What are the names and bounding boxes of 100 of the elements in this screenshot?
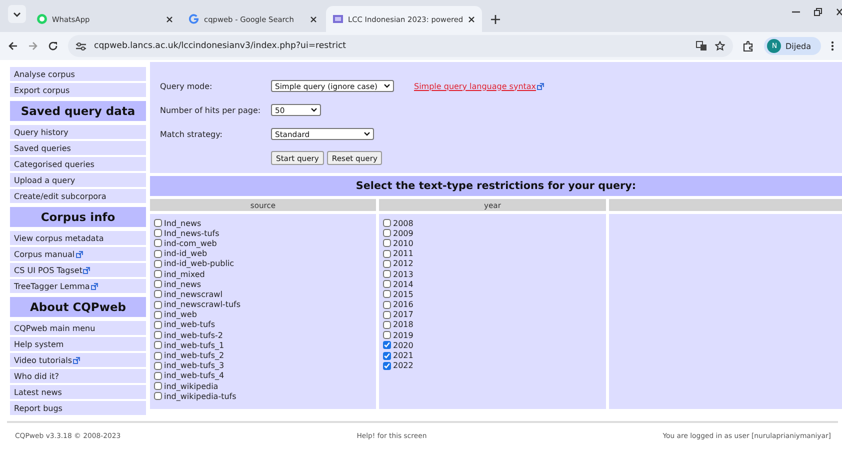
sidebar-item[interactable]: TreeTagger Lemma <box>10 279 146 293</box>
external-link-icon <box>83 266 90 274</box>
external-link-icon <box>73 356 80 364</box>
field-label: Number of hits per page: <box>160 106 262 114</box>
checkbox[interactable] <box>383 260 391 268</box>
sidebar-item[interactable]: CS UI POS Tagset <box>10 263 146 277</box>
sidebar-item[interactable]: CQPweb main menu <box>10 321 146 335</box>
option-label: ind-id_web <box>164 249 208 258</box>
close-icon[interactable] <box>166 16 173 22</box>
sidebar-item[interactable]: Saved queries <box>10 141 146 155</box>
checkbox[interactable] <box>383 270 391 278</box>
site-settings-icon[interactable] <box>76 42 86 50</box>
whatsapp-icon <box>37 14 47 24</box>
tab-list-button[interactable] <box>8 5 26 23</box>
option-label: 2022 <box>393 361 414 370</box>
checkbox[interactable] <box>154 382 162 390</box>
sidebar-item[interactable]: Query history <box>10 125 146 139</box>
checkbox[interactable] <box>154 310 162 319</box>
checkbox[interactable] <box>154 260 162 268</box>
sidebar-item[interactable]: Categorised queries <box>10 157 146 171</box>
option-label: Ind_news <box>164 218 202 228</box>
checkbox[interactable] <box>154 392 162 400</box>
checkbox[interactable] <box>154 352 162 360</box>
sidebar-item[interactable]: Video tutorials <box>10 353 146 367</box>
back-icon[interactable] <box>8 41 18 51</box>
option-label: 2010 <box>393 238 414 248</box>
checkbox[interactable] <box>154 320 162 329</box>
sidebar-item[interactable]: Report bugs <box>10 401 146 415</box>
sidebar-item[interactable]: Corpus manual <box>10 247 146 261</box>
close-icon[interactable] <box>310 16 317 22</box>
caret-icon <box>13 12 21 16</box>
option-label: ind_mixed <box>164 270 205 279</box>
sidebar-item[interactable]: Upload a query <box>10 173 146 187</box>
chevron-icon <box>384 84 390 88</box>
menu-icon[interactable] <box>831 41 834 51</box>
sidebar-heading: Saved query data <box>10 101 146 121</box>
checkbox[interactable] <box>383 290 391 298</box>
checkbox[interactable] <box>383 250 391 258</box>
close-icon[interactable] <box>836 8 842 16</box>
syntax-link[interactable]: Simple query language syntax <box>414 82 544 90</box>
sidebar-item[interactable]: Export corpus <box>10 83 146 97</box>
option-label: 2021 <box>393 351 414 360</box>
option-label: 2016 <box>393 300 414 310</box>
option-label: 2011 <box>393 249 414 258</box>
option-label: 2017 <box>393 310 414 320</box>
checkbox[interactable] <box>383 229 391 238</box>
checkbox[interactable] <box>154 239 162 248</box>
checkbox[interactable] <box>154 362 162 370</box>
checkbox[interactable] <box>154 341 162 350</box>
option-label: ind_web <box>164 310 197 320</box>
checkbox[interactable] <box>383 239 391 248</box>
sidebar-item[interactable]: Latest news <box>10 385 146 399</box>
plus-icon <box>490 14 500 24</box>
option-label: ind_web-tufs_1 <box>164 340 224 350</box>
checkbox[interactable] <box>383 341 391 350</box>
checkbox[interactable] <box>154 300 162 309</box>
sidebar-item[interactable]: View corpus metadata <box>10 231 146 245</box>
checkbox[interactable] <box>383 331 391 340</box>
sidebar-item[interactable]: Help system <box>10 337 146 351</box>
sidebar-item[interactable]: Analyse corpus <box>10 67 146 81</box>
reload-icon[interactable] <box>48 41 58 51</box>
option-label: ind_newscrawl-tufs <box>164 300 241 310</box>
checkbox[interactable] <box>383 310 391 319</box>
puzzle-icon[interactable] <box>743 40 754 52</box>
checkbox[interactable] <box>154 229 162 238</box>
checkbox[interactable] <box>383 362 391 370</box>
checkbox[interactable] <box>383 352 391 360</box>
star-icon[interactable] <box>715 41 726 51</box>
external-link-icon <box>537 82 544 90</box>
option-label: ind-com_web <box>164 238 217 248</box>
sidebar-heading: About CQPweb <box>10 297 146 317</box>
checkbox[interactable] <box>154 270 162 278</box>
option-label: ind_web-tufs <box>164 320 215 330</box>
checkbox[interactable] <box>383 300 391 309</box>
checkbox[interactable] <box>154 219 162 228</box>
checkbox[interactable] <box>154 290 162 298</box>
chevron-icon <box>364 132 370 136</box>
translate-icon[interactable] <box>696 41 708 51</box>
restore-icon[interactable] <box>814 8 822 16</box>
field-label: Query mode: <box>160 82 214 90</box>
option-label: 2009 <box>393 228 414 238</box>
option-label: 2013 <box>393 270 414 279</box>
forward-icon[interactable] <box>28 41 38 51</box>
checkbox[interactable] <box>154 372 162 380</box>
sidebar-heading: Corpus info <box>10 207 146 227</box>
option-label: 2014 <box>393 280 414 289</box>
option-label: 2019 <box>393 330 414 340</box>
address-bar[interactable]: cqpweb.lancs.ac.uk/lccindonesianv3/index.php?ui=restrict <box>68 35 734 57</box>
checkbox[interactable] <box>154 331 162 340</box>
checkbox[interactable] <box>154 250 162 258</box>
external-link-icon <box>90 282 98 290</box>
close-icon[interactable] <box>468 16 476 22</box>
sidebar-item[interactable]: Who did it? <box>10 369 146 383</box>
sidebar-item[interactable]: Create/edit subcorpora <box>10 189 146 203</box>
checkbox[interactable] <box>383 280 391 288</box>
option-label: Ind_news-tufs <box>164 228 220 238</box>
checkbox[interactable] <box>383 219 391 228</box>
checkbox[interactable] <box>383 320 391 329</box>
option-label: 2015 <box>393 290 414 299</box>
checkbox[interactable] <box>154 280 162 288</box>
